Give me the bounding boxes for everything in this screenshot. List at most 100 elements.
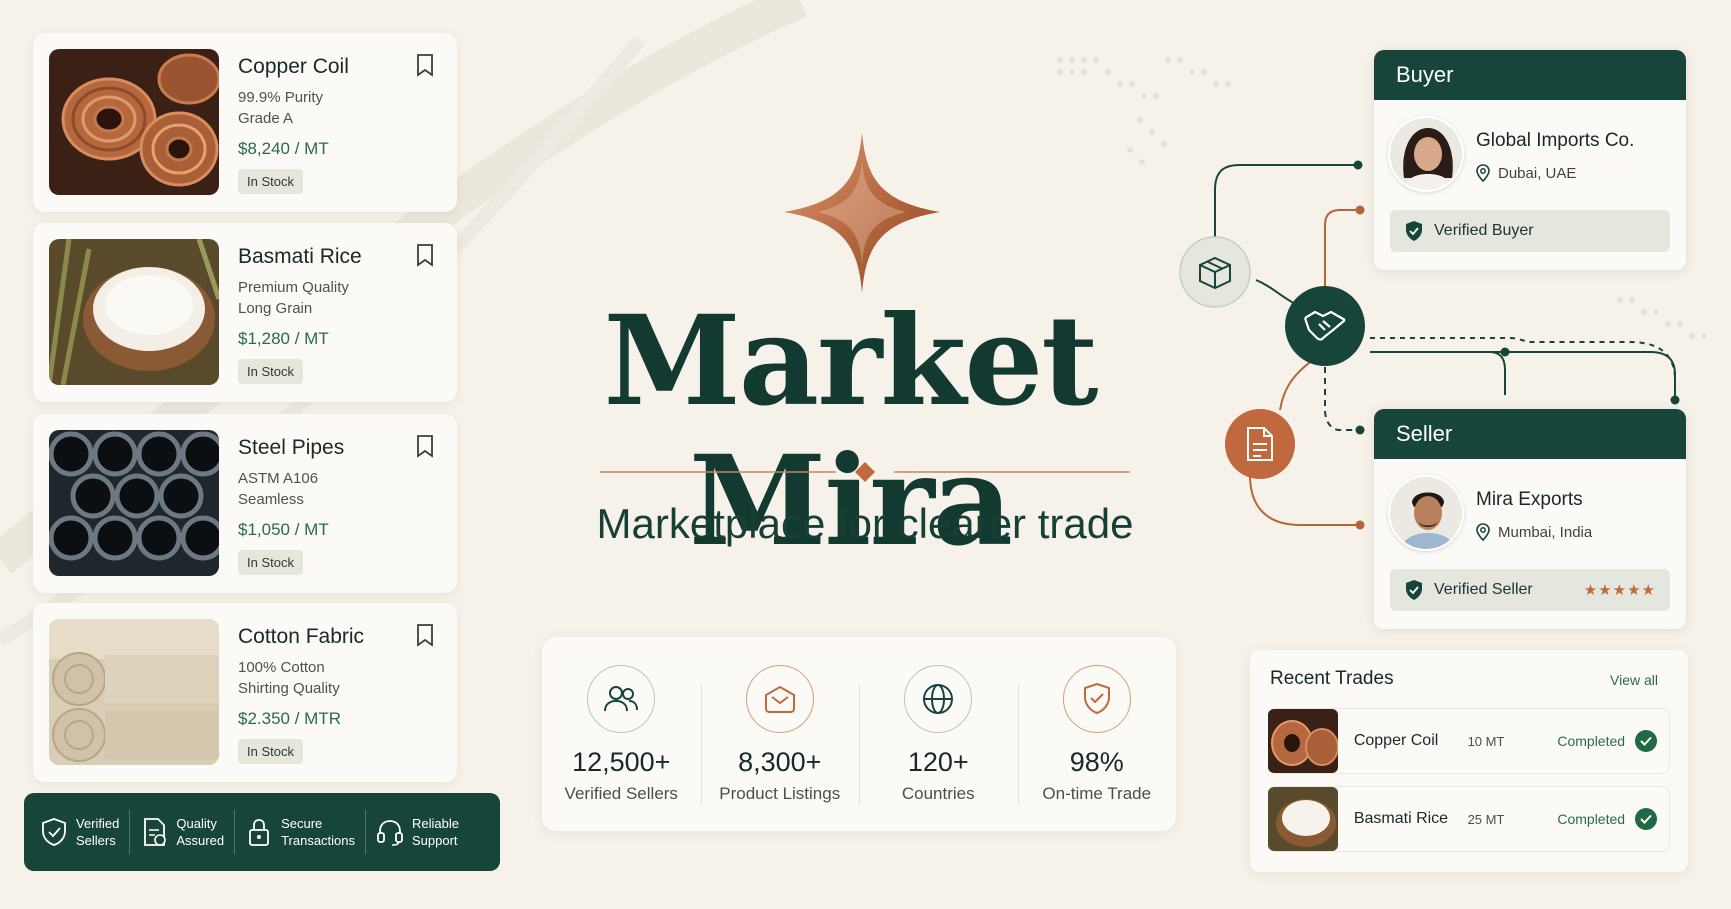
hero-divider [600, 462, 1130, 482]
copper-coil-photo [49, 49, 219, 195]
seller-card-header: Seller [1374, 409, 1686, 459]
product-spec: Long Grain [238, 300, 313, 317]
stat-label: On-time Trade [1042, 783, 1152, 803]
stat-value: 120+ [907, 746, 969, 777]
buyer-card-header: Buyer [1374, 50, 1686, 100]
product-price: $8,240 / MT [238, 139, 329, 158]
users-icon [604, 685, 639, 711]
seller-rating-stars: ★★★★★ [1583, 582, 1656, 599]
lock-icon [249, 819, 269, 846]
seller-card[interactable]: Seller Mira Exports Mumbai, India Verifi… [1374, 409, 1686, 629]
stock-badge: In Stock [238, 739, 303, 764]
trade-product-name: Copper Coil [1353, 732, 1439, 749]
verified-seller-badge: Verified Seller ★★★★★ [1390, 569, 1670, 611]
stat-label: Verified Sellers [564, 783, 678, 803]
document-check-icon [144, 818, 167, 846]
product-spec: Grade A [238, 110, 294, 127]
recent-trades-panel: Recent Trades View all Copper Coil 10 MT… [1250, 650, 1688, 872]
product-spec: Seamless [238, 491, 304, 508]
stat-verified-sellers: 12,500+ Verified Sellers [542, 664, 701, 804]
open-box-icon [764, 685, 795, 713]
shield-check-icon [42, 818, 66, 846]
basmati-rice-thumbnail [1268, 787, 1338, 851]
headset-icon [377, 820, 403, 846]
product-card-cotton-fabric[interactable]: Cotton Fabric 100% Cotton Shirting Quali… [33, 603, 457, 782]
seller-name: Mira Exports [1476, 489, 1583, 510]
cotton-fabric-photo [49, 619, 219, 765]
seller-avatar [1388, 475, 1464, 551]
shield-check-icon [1406, 221, 1422, 241]
trust-item-reliable-support: Reliable Support [365, 810, 469, 854]
verified-buyer-label: Verified Buyer [1434, 222, 1534, 239]
buyer-name: Global Imports Co. [1476, 130, 1635, 151]
trust-item-verified-sellers: Verified Sellers [30, 810, 129, 854]
bookmark-icon[interactable] [415, 53, 435, 77]
trade-product-name: Basmati Rice [1353, 810, 1449, 827]
trade-row[interactable]: Basmati Rice 25 MT Completed [1268, 786, 1670, 852]
stat-value: 98% [1069, 746, 1124, 777]
seller-location: Mumbai, India [1476, 523, 1592, 541]
verified-buyer-badge: Verified Buyer [1390, 210, 1670, 252]
copper-coil-thumbnail [1268, 709, 1338, 773]
check-circle-icon [1635, 808, 1657, 830]
stats-panel: 12,500+ Verified Sellers 8,300+ Product … [542, 637, 1176, 831]
product-card-copper-coil[interactable]: Copper Coil 99.9% Purity Grade A $8,240 … [33, 33, 457, 212]
product-spec: 99.9% Purity [238, 89, 324, 106]
brand-tagline: Marketplace for clearer trade [596, 500, 1134, 547]
bookmark-icon[interactable] [415, 243, 435, 267]
bookmark-icon[interactable] [415, 623, 435, 647]
product-spec: ASTM A106 [238, 470, 319, 487]
bookmark-icon[interactable] [415, 434, 435, 458]
trust-label: Secure Transactions [281, 816, 356, 848]
trust-label: Quality Assured [176, 816, 225, 848]
trade-status: Completed [1557, 733, 1626, 749]
product-price: $2.350 / MTR [238, 709, 341, 728]
shield-check-icon [1406, 580, 1422, 600]
product-card-basmati-rice[interactable]: Basmati Rice Premium Quality Long Grain … [33, 223, 457, 402]
globe-icon [923, 683, 954, 714]
product-name: Copper Coil [238, 55, 349, 78]
product-name: Basmati Rice [238, 245, 362, 268]
location-pin-icon [1476, 523, 1490, 541]
product-name: Steel Pipes [238, 436, 345, 459]
trade-quantity: 10 MT [1467, 733, 1505, 749]
trade-row[interactable]: Copper Coil 10 MT Completed [1268, 708, 1670, 774]
stat-countries: 120+ Countries [859, 664, 1018, 805]
stock-badge: In Stock [238, 550, 303, 575]
product-card-steel-pipes[interactable]: Steel Pipes ASTM A106 Seamless $1,050 / … [33, 414, 457, 593]
trust-label: Reliable Support [412, 816, 459, 848]
location-pin-icon [1476, 164, 1490, 182]
brand-star-logo [784, 132, 940, 293]
seller-location-text: Mumbai, India [1498, 523, 1593, 541]
trust-item-secure-transactions: Secure Transactions [234, 810, 365, 854]
buyer-location: Dubai, UAE [1476, 164, 1576, 182]
trust-label: Verified Sellers [76, 816, 120, 848]
trust-bar: Verified Sellers Quality Assured Secure … [24, 793, 500, 871]
check-circle-icon [1635, 730, 1657, 752]
view-all-link[interactable]: View all [1610, 672, 1658, 688]
stat-on-time-trade: 98% On-time Trade [1017, 664, 1177, 805]
stock-badge: In Stock [238, 359, 303, 384]
stat-label: Product Listings [719, 783, 841, 803]
stat-product-listings: 8,300+ Product Listings [700, 664, 860, 805]
stat-label: Countries [901, 783, 975, 803]
stat-value: 8,300+ [738, 746, 822, 777]
stock-badge: In Stock [238, 169, 303, 194]
buyer-avatar [1388, 116, 1464, 192]
trade-quantity: 25 MT [1467, 811, 1505, 827]
stat-value: 12,500+ [572, 746, 671, 777]
trust-item-quality-assured: Quality Assured [129, 810, 234, 854]
steel-pipes-photo [49, 430, 219, 576]
basmati-rice-photo [49, 239, 219, 385]
product-price: $1,280 / MT [238, 329, 329, 348]
buyer-card[interactable]: Buyer Global Imports Co. Dubai, UAE Veri… [1374, 50, 1686, 270]
product-price: $1,050 / MT [238, 520, 329, 539]
shield-check-icon [1083, 682, 1110, 714]
product-spec: Shirting Quality [238, 680, 340, 697]
product-name: Cotton Fabric [238, 625, 365, 648]
verified-seller-label: Verified Seller [1434, 581, 1533, 598]
product-spec: 100% Cotton [238, 659, 325, 676]
trade-status: Completed [1557, 811, 1626, 827]
product-spec: Premium Quality [238, 279, 349, 296]
buyer-location-text: Dubai, UAE [1498, 164, 1577, 182]
